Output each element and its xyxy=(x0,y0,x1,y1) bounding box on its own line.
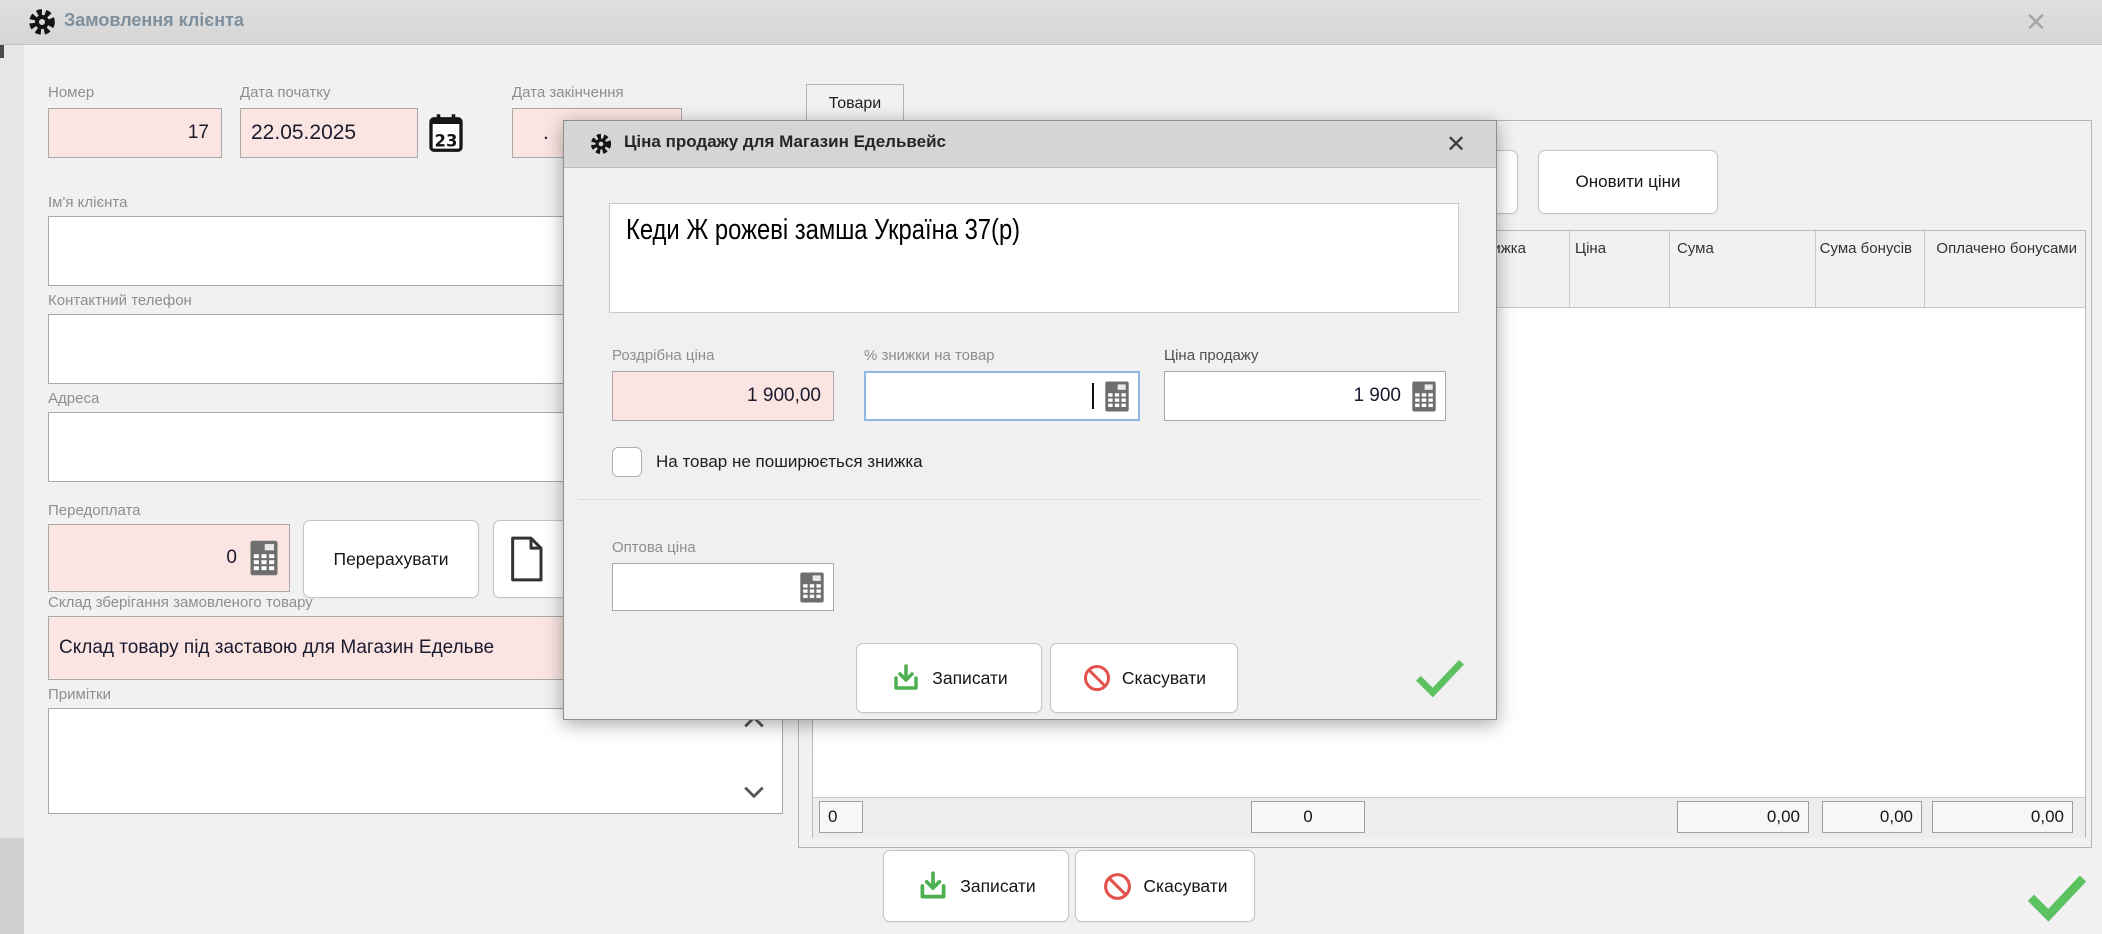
total-bonus-sum: 0,00 xyxy=(1822,801,1922,833)
sale-price-dialog: Ціна продажу для Магазин Едельвейс ✕ Кед… xyxy=(563,120,1497,720)
col-header-price: Ціна xyxy=(1575,231,1667,259)
retail-price-label: Роздрібна ціна xyxy=(612,347,714,364)
left-gutter xyxy=(0,44,24,934)
cancel-button[interactable]: Скасувати xyxy=(1075,850,1255,922)
checkmark-icon xyxy=(1416,659,1464,699)
retail-price-input[interactable]: 1 900,00 xyxy=(612,371,834,421)
col-header-sum: Сума xyxy=(1677,231,1813,259)
calculator-icon[interactable] xyxy=(249,539,279,577)
number-label: Номер xyxy=(48,84,94,101)
date-start-label: Дата початку xyxy=(240,84,330,101)
address-label: Адреса xyxy=(48,390,99,407)
window-titlebar: Замовлення клієнта ✕ xyxy=(0,0,2102,45)
prepayment-input[interactable]: 0 xyxy=(48,524,290,592)
phone-label: Контактний телефон xyxy=(48,292,192,309)
cancel-label: Скасувати xyxy=(1143,876,1227,897)
total-qty1: 0 xyxy=(819,801,863,833)
discount-input[interactable] xyxy=(864,371,1140,421)
date-end-label: Дата закінчення xyxy=(512,84,624,101)
total-value: 0 xyxy=(1303,807,1312,827)
save-icon xyxy=(890,662,922,694)
update-prices-label: Оновити ціни xyxy=(1576,172,1681,192)
sale-price-label: Ціна продажу xyxy=(1164,347,1259,364)
update-prices-button[interactable]: Оновити ціни xyxy=(1538,150,1718,214)
cancel-icon xyxy=(1102,871,1133,902)
dialog-save-button[interactable]: Записати xyxy=(856,643,1042,713)
recalculate-label: Перерахувати xyxy=(334,549,449,570)
notes-label: Примітки xyxy=(48,686,111,703)
dialog-cancel-button[interactable]: Скасувати xyxy=(1050,643,1238,713)
sale-price-value: 1 900 xyxy=(1353,385,1401,407)
column-separator xyxy=(1815,231,1816,307)
column-separator xyxy=(1569,231,1570,307)
tab-products[interactable]: Товари xyxy=(806,84,904,123)
calculator-icon[interactable] xyxy=(1411,380,1437,413)
save-label: Записати xyxy=(960,876,1035,897)
gear-icon xyxy=(28,8,56,36)
total-qty2: 0 xyxy=(1251,801,1365,833)
warehouse-value: Склад товару під заставою для Магазин Ед… xyxy=(59,637,494,659)
date-start-input[interactable]: 22.05.2025 xyxy=(240,108,418,158)
total-value: 0,00 xyxy=(1767,807,1800,827)
col-header-paid-bonuses: Оплачено бонусами xyxy=(1928,231,2083,259)
col-header-bonus-sum: Сума бонусів xyxy=(1819,231,1920,259)
warehouse-label: Склад зберігання замовленого товару xyxy=(48,594,313,611)
total-paid-bonuses: 0,00 xyxy=(1932,801,2073,833)
tab-products-label: Товари xyxy=(829,95,881,113)
notes-textarea[interactable] xyxy=(48,708,783,814)
total-value: 0,00 xyxy=(1880,807,1913,827)
wholesale-label: Оптова ціна xyxy=(612,539,696,556)
close-icon[interactable]: ✕ xyxy=(2016,6,2056,38)
text-cursor xyxy=(1092,383,1094,409)
date-start-value: 22.05.2025 xyxy=(251,121,356,145)
prepayment-label: Передоплата xyxy=(48,502,141,519)
sale-price-input[interactable]: 1 900 xyxy=(1164,371,1446,421)
save-button[interactable]: Записати xyxy=(883,850,1069,922)
no-discount-checkbox[interactable] xyxy=(612,447,642,477)
product-name: Кеди Ж рожеві замша Україна 37(р) xyxy=(626,214,1308,247)
calculator-icon[interactable] xyxy=(799,571,825,604)
discount-label: % знижки на товар xyxy=(864,347,995,364)
checkmark-icon xyxy=(2028,876,2086,922)
dialog-titlebar: Ціна продажу для Магазин Едельвейс ✕ xyxy=(564,121,1496,168)
left-bottom-block xyxy=(0,838,24,934)
product-name-box[interactable]: Кеди Ж рожеві замша Україна 37(р) xyxy=(609,203,1459,313)
window-title: Замовлення клієнта xyxy=(64,10,244,31)
column-separator xyxy=(1924,231,1925,307)
cancel-icon xyxy=(1082,663,1112,693)
dialog-save-label: Записати xyxy=(932,668,1007,689)
divider xyxy=(578,499,1482,500)
number-value: 17 xyxy=(188,122,209,144)
prepayment-value: 0 xyxy=(226,547,237,569)
order-window: Замовлення клієнта ✕ Номер 17 Дата почат… xyxy=(0,0,2102,934)
number-input[interactable]: 17 xyxy=(48,108,222,158)
chevron-down-icon[interactable] xyxy=(744,786,764,798)
wholesale-input[interactable] xyxy=(612,563,834,611)
new-document-icon xyxy=(506,534,546,584)
client-name-label: Ім'я клієнта xyxy=(48,194,127,211)
retail-price-value: 1 900,00 xyxy=(747,385,821,407)
total-value: 0,00 xyxy=(2031,807,2064,827)
calculator-icon[interactable] xyxy=(1104,380,1130,413)
calendar-icon[interactable]: 23 xyxy=(428,112,464,154)
close-icon[interactable]: ✕ xyxy=(1446,130,1466,159)
svg-text:23: 23 xyxy=(435,132,458,151)
dialog-title: Ціна продажу для Магазин Едельвейс xyxy=(624,132,946,152)
gear-icon xyxy=(590,133,612,155)
column-separator xyxy=(1669,231,1670,307)
dialog-cancel-label: Скасувати xyxy=(1122,668,1206,689)
date-end-value: . xyxy=(543,121,549,145)
total-value: 0 xyxy=(828,807,837,827)
save-icon xyxy=(916,869,950,903)
no-discount-checkbox-label: На товар не поширюється знижка xyxy=(656,452,923,472)
recalculate-button[interactable]: Перерахувати xyxy=(303,520,479,598)
total-sum: 0,00 xyxy=(1677,801,1809,833)
